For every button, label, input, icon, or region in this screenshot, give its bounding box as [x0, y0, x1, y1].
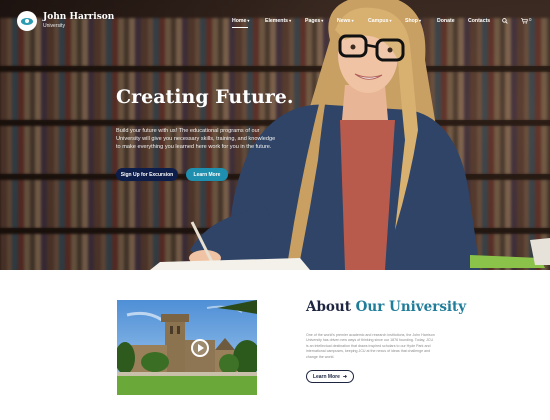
active-nav-indicator [232, 27, 248, 28]
about-title-accent: Our University [355, 299, 467, 315]
top-navigation: John Harrison University Home▾ Elements▾… [0, 0, 550, 42]
chevron-down-icon: ▾ [321, 18, 324, 23]
nav-item-label: Donate [437, 18, 455, 24]
nav-item-pages[interactable]: Pages▾ [305, 18, 323, 24]
chevron-down-icon: ▾ [389, 18, 392, 23]
chevron-down-icon: ▾ [418, 18, 421, 23]
chevron-down-icon: ▾ [351, 18, 354, 23]
arrow-right-icon: ➜ [342, 373, 348, 380]
nav-item-label: Pages [305, 18, 321, 24]
search-icon[interactable] [502, 18, 508, 24]
brand-name[interactable]: John Harrison [43, 12, 114, 22]
nav-item-label: Contacts [468, 18, 491, 24]
nav-item-label: Campus [368, 18, 389, 24]
cart-icon[interactable] [521, 18, 528, 24]
nav-item-label: Shop [405, 18, 418, 24]
campus-video-thumbnail[interactable] [117, 300, 257, 395]
nav-item-label: Home [232, 18, 247, 24]
nav-item-home[interactable]: Home▾ [232, 18, 249, 24]
about-learn-more-button[interactable]: Learn More ➜ [306, 370, 354, 383]
cart-count: 0 [529, 17, 532, 22]
eye-logo-icon[interactable] [17, 11, 37, 31]
nav-item-label: Elements [265, 18, 289, 24]
about-description: One of the world's premier academic and … [306, 333, 435, 359]
nav-item-donate[interactable]: Donate [437, 18, 455, 24]
nav-item-news[interactable]: News▾ [337, 18, 354, 24]
about-title: About Our University [306, 299, 466, 315]
hero-description: Build your future with us! The education… [116, 128, 276, 151]
chevron-down-icon: ▾ [247, 18, 250, 23]
sign-up-excursion-button[interactable]: Sign Up for Excursion [116, 168, 178, 181]
campus-image [117, 300, 257, 395]
play-icon[interactable] [191, 339, 209, 357]
brand-subtitle: University [43, 23, 65, 29]
nav-item-campus[interactable]: Campus▾ [368, 18, 391, 24]
nav-item-label: News [337, 18, 351, 24]
nav-item-shop[interactable]: Shop▾ [405, 18, 421, 24]
hero-learn-more-button[interactable]: Learn More [186, 168, 228, 181]
button-label: Learn More [312, 373, 340, 380]
nav-item-contacts[interactable]: Contacts [468, 18, 490, 24]
nav-item-elements[interactable]: Elements▾ [265, 18, 291, 24]
hero-title: Creating Future. [116, 86, 294, 108]
about-title-prefix: About [306, 299, 356, 315]
chevron-down-icon: ▾ [289, 18, 292, 23]
